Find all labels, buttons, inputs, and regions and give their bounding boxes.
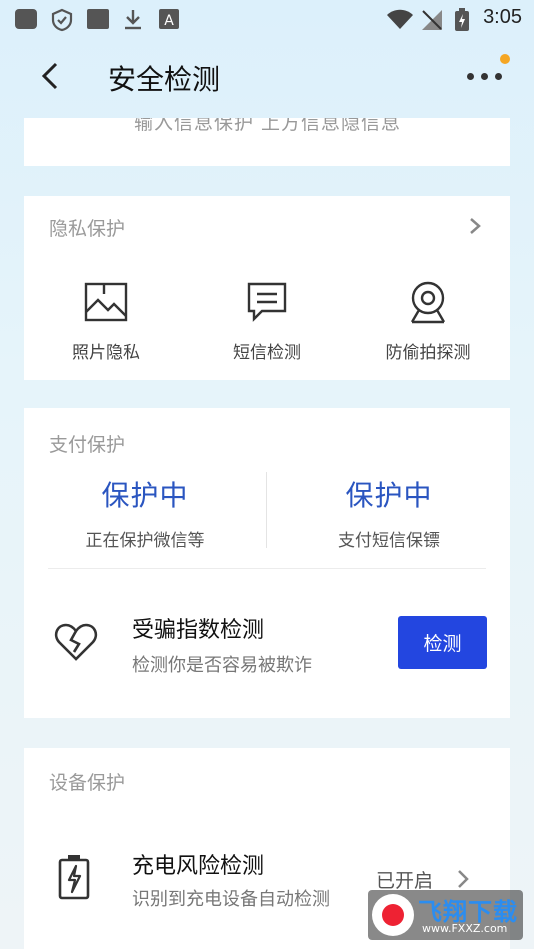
pay-status: 保护中 (345, 479, 433, 512)
more-horizontal-icon (466, 72, 474, 80)
chevron-right-icon[interactable] (456, 868, 470, 890)
payment-card: 支付保护 保护中 正在保护微信等 保护中 支付短信保镖 受骗指数检测 检测你是否… (24, 408, 510, 718)
no-signal-icon (422, 10, 442, 30)
top-card: 输入信息保护 上方信息隐信息 (24, 118, 510, 166)
fraud-title: 受骗指数检测 (132, 618, 265, 643)
more-dot (480, 72, 488, 80)
divider (266, 472, 267, 548)
shield-icon (51, 8, 73, 32)
feature-label: 短信检测 (233, 343, 301, 363)
pay-sub: 正在保护微信等 (85, 531, 205, 551)
app-bar: 安全检测 (0, 44, 534, 108)
feature-sms-check[interactable]: 短信检测 (187, 278, 347, 363)
feature-photo-privacy[interactable]: 照片隐私 (26, 278, 186, 363)
photo-icon (84, 282, 128, 322)
watermark: 飞翔下载 www.FXXZ.com (368, 890, 523, 940)
feature-label: 防偷拍探测 (385, 343, 471, 363)
charge-status[interactable]: 已开启 (376, 866, 433, 893)
status-bar: A 3:05 (0, 0, 534, 36)
feature-label: 照片隐私 (72, 343, 140, 363)
app-square-icon (15, 9, 37, 29)
clipped-text: 输入信息保护 上方信息隐信息 (134, 118, 402, 132)
broken-heart-icon (54, 623, 98, 661)
privacy-title: 隐私保护 (49, 218, 126, 240)
camera-icon (410, 281, 446, 324)
back-button[interactable] (30, 56, 70, 96)
divider (48, 568, 486, 569)
notification-dot (500, 54, 510, 64)
feature-camera-detect[interactable]: 防偷拍探测 (348, 278, 508, 363)
message-icon (247, 282, 287, 322)
clipped-text-mask: 输入信息保护 上方信息隐信息 (24, 118, 510, 132)
watermark-url: www.FXXZ.com (422, 922, 508, 935)
more-dot (494, 72, 502, 80)
svg-text:A: A (164, 13, 174, 29)
charge-sub: 识别到充电设备自动检测 (132, 889, 330, 910)
check-button[interactable]: 检测 (398, 616, 487, 669)
pay-sub: 支付短信保镖 (338, 531, 440, 551)
a-icon: A (159, 9, 179, 29)
wifi-icon (387, 9, 413, 29)
download-icon (125, 10, 141, 30)
charge-title: 充电风险检测 (132, 854, 265, 879)
status-time: 3:05 (483, 6, 522, 28)
chevron-right-icon[interactable] (468, 216, 482, 236)
pay-status-wechat[interactable]: 保护中 正在保护微信等 (24, 474, 266, 551)
pay-status: 保护中 (101, 479, 189, 512)
battery-charge-icon (58, 855, 90, 900)
battery-charging-icon (455, 8, 469, 31)
app-square-icon (87, 9, 109, 29)
watermark-logo-icon (372, 894, 414, 936)
fraud-sub: 检测你是否容易被欺诈 (132, 655, 312, 676)
pay-status-sms[interactable]: 保护中 支付短信保镖 (268, 474, 510, 551)
page-title: 安全检测 (108, 63, 221, 96)
device-title: 设备保护 (49, 772, 126, 794)
privacy-card[interactable]: 隐私保护 照片隐私 短信检测 防偷拍探测 (24, 196, 510, 380)
payment-title: 支付保护 (49, 434, 126, 456)
chevron-left-icon (41, 62, 58, 90)
